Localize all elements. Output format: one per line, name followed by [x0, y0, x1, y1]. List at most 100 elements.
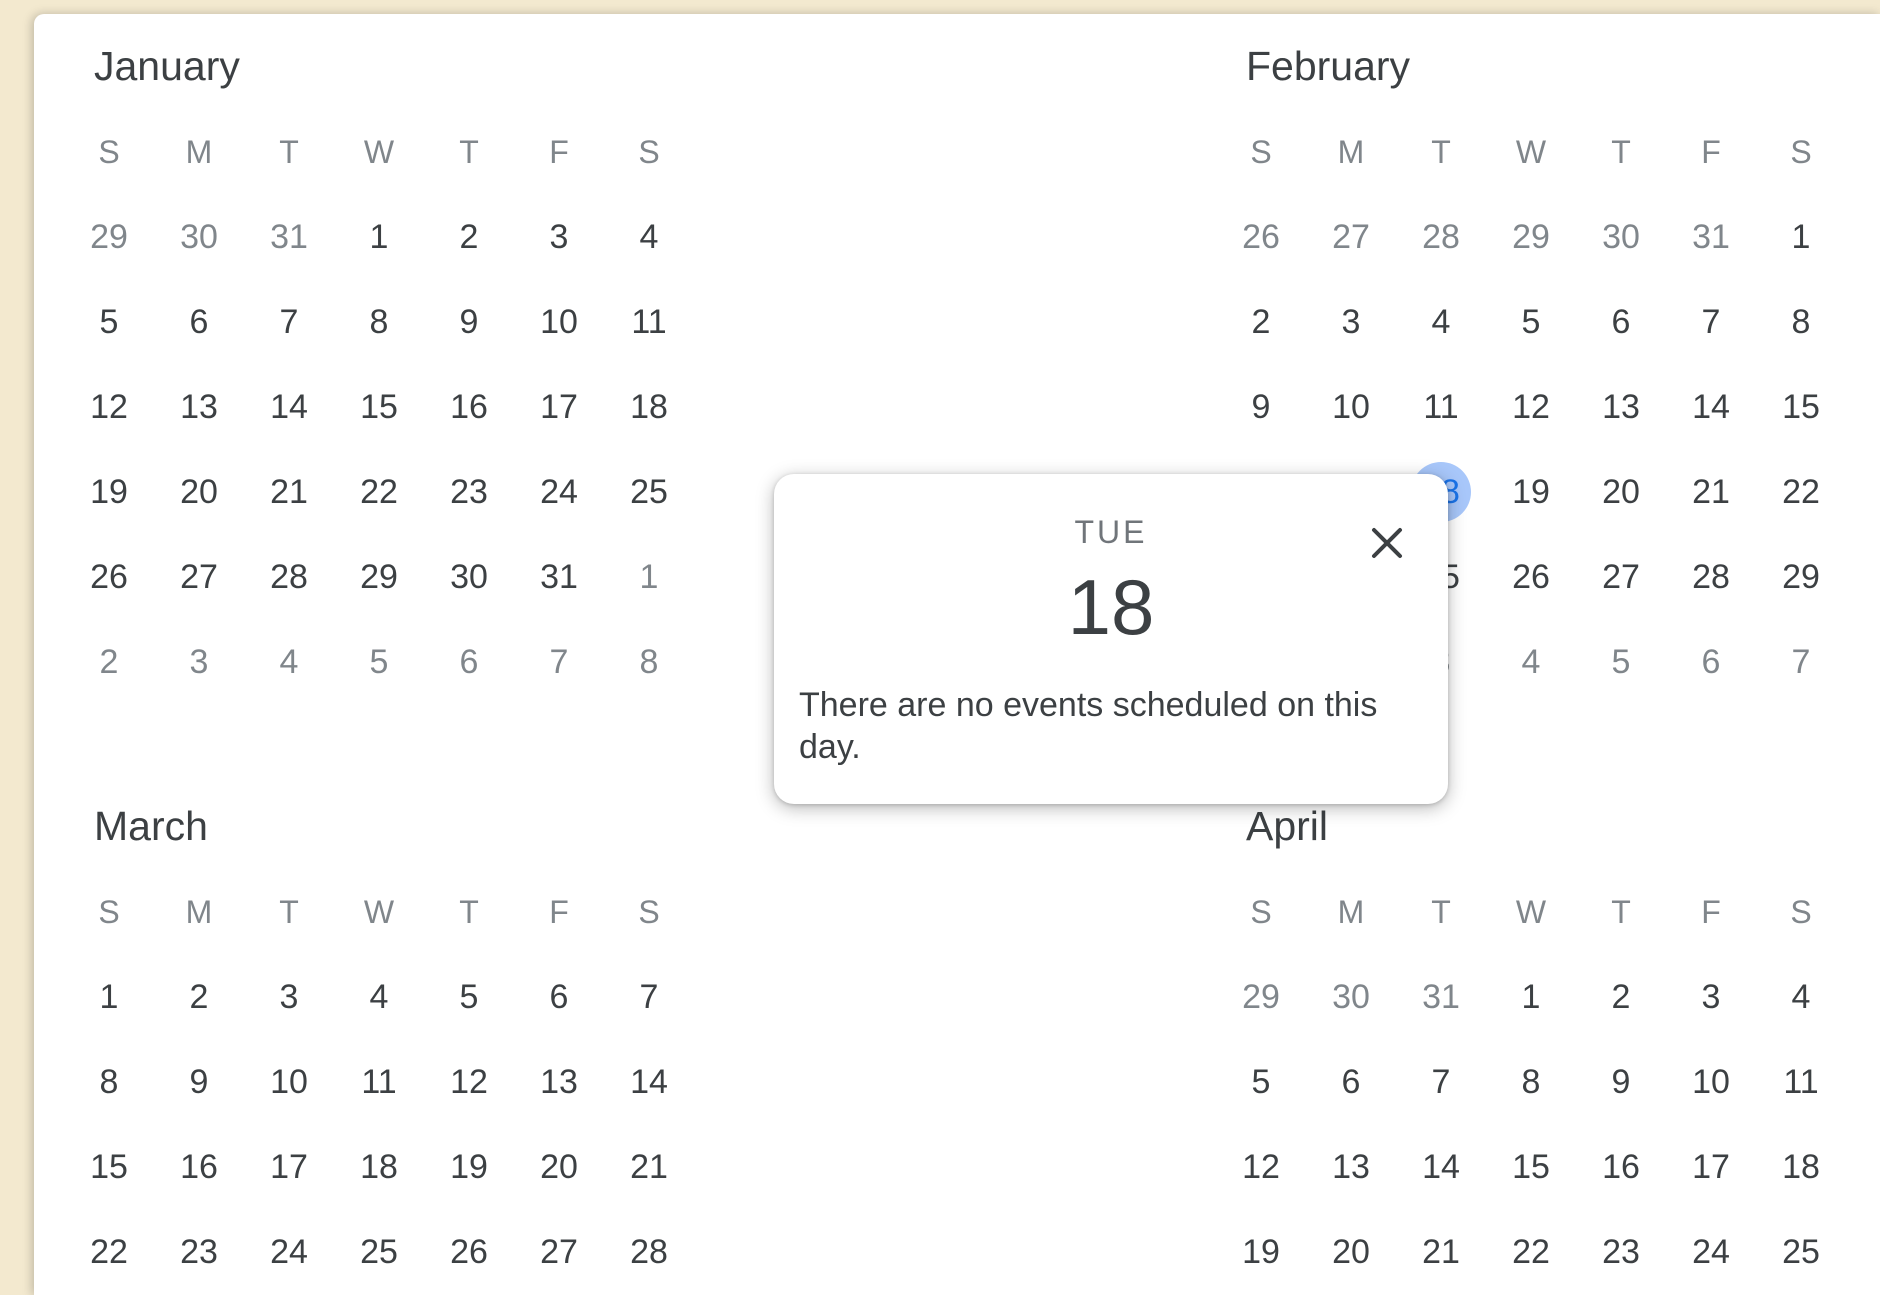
day-cell[interactable]: 10	[259, 1052, 319, 1112]
day-cell[interactable]: 5	[79, 292, 139, 352]
day-cell[interactable]: 27	[529, 1222, 589, 1282]
day-cell[interactable]: 31	[529, 547, 589, 607]
day-cell[interactable]: 5	[1591, 632, 1651, 692]
day-cell[interactable]: 20	[1321, 1222, 1381, 1282]
day-cell[interactable]: 1	[79, 967, 139, 1027]
day-cell[interactable]: 17	[259, 1137, 319, 1197]
day-cell[interactable]: 15	[79, 1137, 139, 1197]
day-cell[interactable]: 1	[1771, 207, 1831, 267]
day-cell[interactable]: 16	[1591, 1137, 1651, 1197]
day-cell[interactable]: 8	[619, 632, 679, 692]
day-cell[interactable]: 14	[259, 377, 319, 437]
day-cell[interactable]: 26	[1501, 547, 1561, 607]
day-cell[interactable]: 5	[439, 967, 499, 1027]
day-cell[interactable]: 18	[1771, 1137, 1831, 1197]
day-cell[interactable]: 3	[1321, 292, 1381, 352]
day-cell[interactable]: 28	[259, 547, 319, 607]
day-cell[interactable]: 3	[1681, 967, 1741, 1027]
day-cell[interactable]: 4	[1771, 967, 1831, 1027]
day-cell[interactable]: 5	[1501, 292, 1561, 352]
day-cell[interactable]: 8	[79, 1052, 139, 1112]
day-cell[interactable]: 23	[169, 1222, 229, 1282]
day-cell[interactable]: 6	[439, 632, 499, 692]
day-cell[interactable]: 1	[349, 207, 409, 267]
day-cell[interactable]: 19	[439, 1137, 499, 1197]
day-cell[interactable]: 19	[79, 462, 139, 522]
day-cell[interactable]: 14	[619, 1052, 679, 1112]
day-cell[interactable]: 7	[619, 967, 679, 1027]
day-cell[interactable]: 3	[259, 967, 319, 1027]
day-cell[interactable]: 26	[439, 1222, 499, 1282]
day-cell[interactable]: 30	[1591, 207, 1651, 267]
day-cell[interactable]: 4	[349, 967, 409, 1027]
day-cell[interactable]: 2	[439, 207, 499, 267]
day-cell[interactable]: 27	[1321, 207, 1381, 267]
day-cell[interactable]: 11	[1771, 1052, 1831, 1112]
day-cell[interactable]: 24	[529, 462, 589, 522]
day-cell[interactable]: 3	[169, 632, 229, 692]
day-cell[interactable]: 11	[1411, 377, 1471, 437]
day-cell[interactable]: 11	[349, 1052, 409, 1112]
day-cell[interactable]: 9	[1591, 1052, 1651, 1112]
day-cell[interactable]: 31	[1681, 207, 1741, 267]
day-cell[interactable]: 22	[1501, 1222, 1561, 1282]
day-cell[interactable]: 7	[1681, 292, 1741, 352]
day-cell[interactable]: 6	[529, 967, 589, 1027]
day-cell[interactable]: 8	[1771, 292, 1831, 352]
day-cell[interactable]: 28	[619, 1222, 679, 1282]
day-cell[interactable]: 16	[439, 377, 499, 437]
day-cell[interactable]: 10	[1321, 377, 1381, 437]
day-cell[interactable]: 10	[1681, 1052, 1741, 1112]
day-cell[interactable]: 16	[169, 1137, 229, 1197]
day-cell[interactable]: 6	[1591, 292, 1651, 352]
day-cell[interactable]: 19	[1501, 462, 1561, 522]
day-cell[interactable]: 22	[349, 462, 409, 522]
day-cell[interactable]: 20	[1591, 462, 1651, 522]
day-cell[interactable]: 30	[1321, 967, 1381, 1027]
day-cell[interactable]: 15	[1771, 377, 1831, 437]
day-cell[interactable]: 30	[169, 207, 229, 267]
day-cell[interactable]: 12	[439, 1052, 499, 1112]
day-cell[interactable]: 15	[1501, 1137, 1561, 1197]
day-cell[interactable]: 1	[1501, 967, 1561, 1027]
day-cell[interactable]: 12	[79, 377, 139, 437]
day-cell[interactable]: 17	[529, 377, 589, 437]
day-cell[interactable]: 4	[619, 207, 679, 267]
day-cell[interactable]: 2	[79, 632, 139, 692]
day-cell[interactable]: 25	[619, 462, 679, 522]
day-cell[interactable]: 15	[349, 377, 409, 437]
day-cell[interactable]: 6	[1681, 632, 1741, 692]
day-cell[interactable]: 8	[349, 292, 409, 352]
day-cell[interactable]: 9	[169, 1052, 229, 1112]
day-cell[interactable]: 23	[439, 462, 499, 522]
day-cell[interactable]: 6	[1321, 1052, 1381, 1112]
day-cell[interactable]: 5	[1231, 1052, 1291, 1112]
day-cell[interactable]: 29	[1771, 547, 1831, 607]
day-cell[interactable]: 8	[1501, 1052, 1561, 1112]
day-cell[interactable]: 22	[79, 1222, 139, 1282]
close-button[interactable]	[1356, 512, 1418, 574]
day-cell[interactable]: 27	[169, 547, 229, 607]
day-cell[interactable]: 25	[349, 1222, 409, 1282]
day-cell[interactable]: 29	[1501, 207, 1561, 267]
day-cell[interactable]: 21	[1411, 1222, 1471, 1282]
day-cell[interactable]: 23	[1591, 1222, 1651, 1282]
day-cell[interactable]: 20	[169, 462, 229, 522]
day-cell[interactable]: 20	[529, 1137, 589, 1197]
day-cell[interactable]: 7	[529, 632, 589, 692]
day-cell[interactable]: 3	[529, 207, 589, 267]
day-cell[interactable]: 4	[1501, 632, 1561, 692]
day-cell[interactable]: 28	[1681, 547, 1741, 607]
day-cell[interactable]: 13	[169, 377, 229, 437]
day-cell[interactable]: 7	[1411, 1052, 1471, 1112]
day-cell[interactable]: 29	[79, 207, 139, 267]
day-cell[interactable]: 21	[259, 462, 319, 522]
day-cell[interactable]: 14	[1681, 377, 1741, 437]
day-cell[interactable]: 24	[1681, 1222, 1741, 1282]
day-cell[interactable]: 22	[1771, 462, 1831, 522]
day-cell[interactable]: 12	[1501, 377, 1561, 437]
day-cell[interactable]: 19	[1231, 1222, 1291, 1282]
day-cell[interactable]: 30	[439, 547, 499, 607]
day-cell[interactable]: 29	[349, 547, 409, 607]
day-cell[interactable]: 1	[619, 547, 679, 607]
